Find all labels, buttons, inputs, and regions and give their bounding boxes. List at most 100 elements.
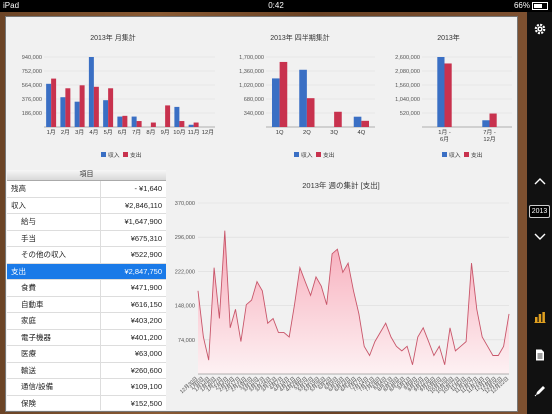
table-row[interactable]: 通信/設備 ¥109,100 <box>7 379 166 396</box>
x-tick-label: 11月 <box>188 129 200 136</box>
column-divider <box>100 263 101 279</box>
row-value: ¥401,200 <box>130 332 162 342</box>
x-tick-label: 9月 <box>161 129 170 136</box>
monthly-chart-plot: 940,000 752,000 564,000 376,000 186,000 1月 2月 3… <box>22 55 215 159</box>
table-row[interactable]: 食費 ¥471,900 <box>7 280 166 297</box>
y-tick-label: 1,560,000 <box>395 83 420 89</box>
column-divider <box>100 379 101 395</box>
row-label: 手当 <box>21 233 36 243</box>
column-divider <box>100 313 101 329</box>
row-value: - ¥1,640 <box>134 184 162 193</box>
table-row[interactable]: 家庭 ¥403,200 <box>7 313 166 330</box>
column-divider <box>100 395 101 410</box>
income-bar <box>299 69 307 127</box>
row-label: 医療 <box>21 349 36 358</box>
edit-button[interactable] <box>527 384 552 402</box>
income-bar <box>117 116 123 127</box>
settings-button[interactable] <box>527 22 552 41</box>
row-label: 自動車 <box>21 299 44 309</box>
row-label: 支出 <box>11 266 26 276</box>
x-tick-label: 10月 <box>173 129 185 136</box>
y-tick-label: 296,000 <box>175 235 195 241</box>
income-bar <box>271 78 280 127</box>
column-divider <box>100 197 101 213</box>
table-row[interactable]: 医療 ¥63,000 <box>7 346 166 363</box>
x-tick-label: 2月 <box>61 129 70 136</box>
table-row[interactable]: 自動車 ¥616,150 <box>7 296 166 313</box>
expense-bar <box>489 113 497 127</box>
expense-bar <box>361 120 370 127</box>
document-icon <box>535 349 544 361</box>
row-label: その他の収入 <box>21 250 66 259</box>
legend-income-label: 収入 <box>449 152 461 159</box>
expense-bar <box>179 121 185 127</box>
expense-bar <box>193 122 199 127</box>
y-tick-label: 2,080,000 <box>395 69 420 75</box>
income-bar <box>88 57 94 127</box>
column-divider <box>100 362 101 378</box>
column-divider <box>100 230 101 246</box>
category-table: 項目 残高 - ¥1,640 収入 ¥2,846,110 給与 ¥1,647,900 手当 ¥… <box>7 170 167 410</box>
document-button[interactable] <box>527 348 552 366</box>
income-bar <box>74 101 80 127</box>
table-row[interactable]: 保険 ¥152,500 <box>7 395 166 410</box>
expense-bar <box>51 78 57 127</box>
year-selector[interactable]: 2013 <box>527 200 552 218</box>
column-divider <box>100 247 101 263</box>
expense-bar <box>306 98 315 127</box>
legend-expense-label: 支出 <box>323 151 335 159</box>
y-tick-label: 520,000 <box>400 111 420 117</box>
row-label: 収入 <box>11 200 26 210</box>
x-tick-label: 6月 <box>118 129 127 136</box>
income-bar <box>60 97 66 127</box>
expense-bar <box>79 85 85 127</box>
quarterly-chart-plot: 1,700,000 1,360,000 1,020,000 680,000 340,00… <box>239 55 375 159</box>
chevron-up-icon <box>534 178 545 185</box>
legend-expense-swatch <box>316 152 321 157</box>
chart-view-button[interactable] <box>527 310 552 328</box>
table-row[interactable]: 手当 ¥675,310 <box>7 230 166 247</box>
row-label: 輸送 <box>21 365 36 375</box>
previous-year-button[interactable] <box>527 172 552 190</box>
x-tick-label: 1月 <box>47 129 56 136</box>
x-tick-label: 3Q <box>330 130 338 136</box>
year-label: 2013 <box>528 205 551 218</box>
row-value: ¥1,647,900 <box>124 217 162 226</box>
table-row[interactable]: 収入 ¥2,846,110 <box>7 197 166 214</box>
column-divider <box>100 280 101 296</box>
table-row[interactable]: 残高 - ¥1,640 <box>7 181 166 198</box>
table-row[interactable]: その他の収入 ¥522,900 <box>7 247 166 264</box>
table-row[interactable]: 電子機器 ¥401,200 <box>7 329 166 346</box>
legend-expense-label: 支出 <box>130 151 142 159</box>
row-value: ¥260,600 <box>130 365 162 375</box>
x-tick-label: 1月 - <box>438 129 451 136</box>
status-bar: iPad 0:42 66% <box>0 0 552 12</box>
next-year-button[interactable] <box>527 228 552 246</box>
legend-income-label: 収入 <box>108 152 120 159</box>
table-row[interactable]: 支出 ¥2,847,750 <box>7 263 166 280</box>
expense-bar <box>279 61 288 127</box>
expense-bar <box>65 88 71 127</box>
expense-bar <box>150 122 156 127</box>
x-tick-label: 4月 <box>89 129 98 136</box>
income-bar <box>188 124 194 127</box>
table-row[interactable]: 給与 ¥1,647,900 <box>7 214 166 231</box>
y-tick-label: 376,000 <box>22 97 42 103</box>
legend-income-swatch <box>294 152 299 157</box>
y-tick-label: 1,700,000 <box>239 55 264 61</box>
half-year-chart: 2013年 2,600,000 2,080,000 1,560,000 1,040,0… <box>380 17 517 167</box>
x-tick-label: 5月 <box>104 129 113 136</box>
clock: 0:42 <box>268 1 284 10</box>
row-value: ¥109,100 <box>130 382 162 391</box>
expense-bar <box>136 121 142 127</box>
legend-income-label: 収入 <box>301 152 313 159</box>
table-row[interactable]: 輸送 ¥260,600 <box>7 362 166 379</box>
y-tick-label: 74,000 <box>178 338 195 344</box>
x-tick-label: 4Q <box>358 130 366 136</box>
chevron-down-icon <box>534 233 545 240</box>
x-tick-label: 7月 - <box>483 129 496 136</box>
column-divider <box>100 214 101 230</box>
column-divider <box>100 296 101 312</box>
y-tick-label: 1,040,000 <box>395 97 420 103</box>
expense-bar <box>165 105 171 127</box>
